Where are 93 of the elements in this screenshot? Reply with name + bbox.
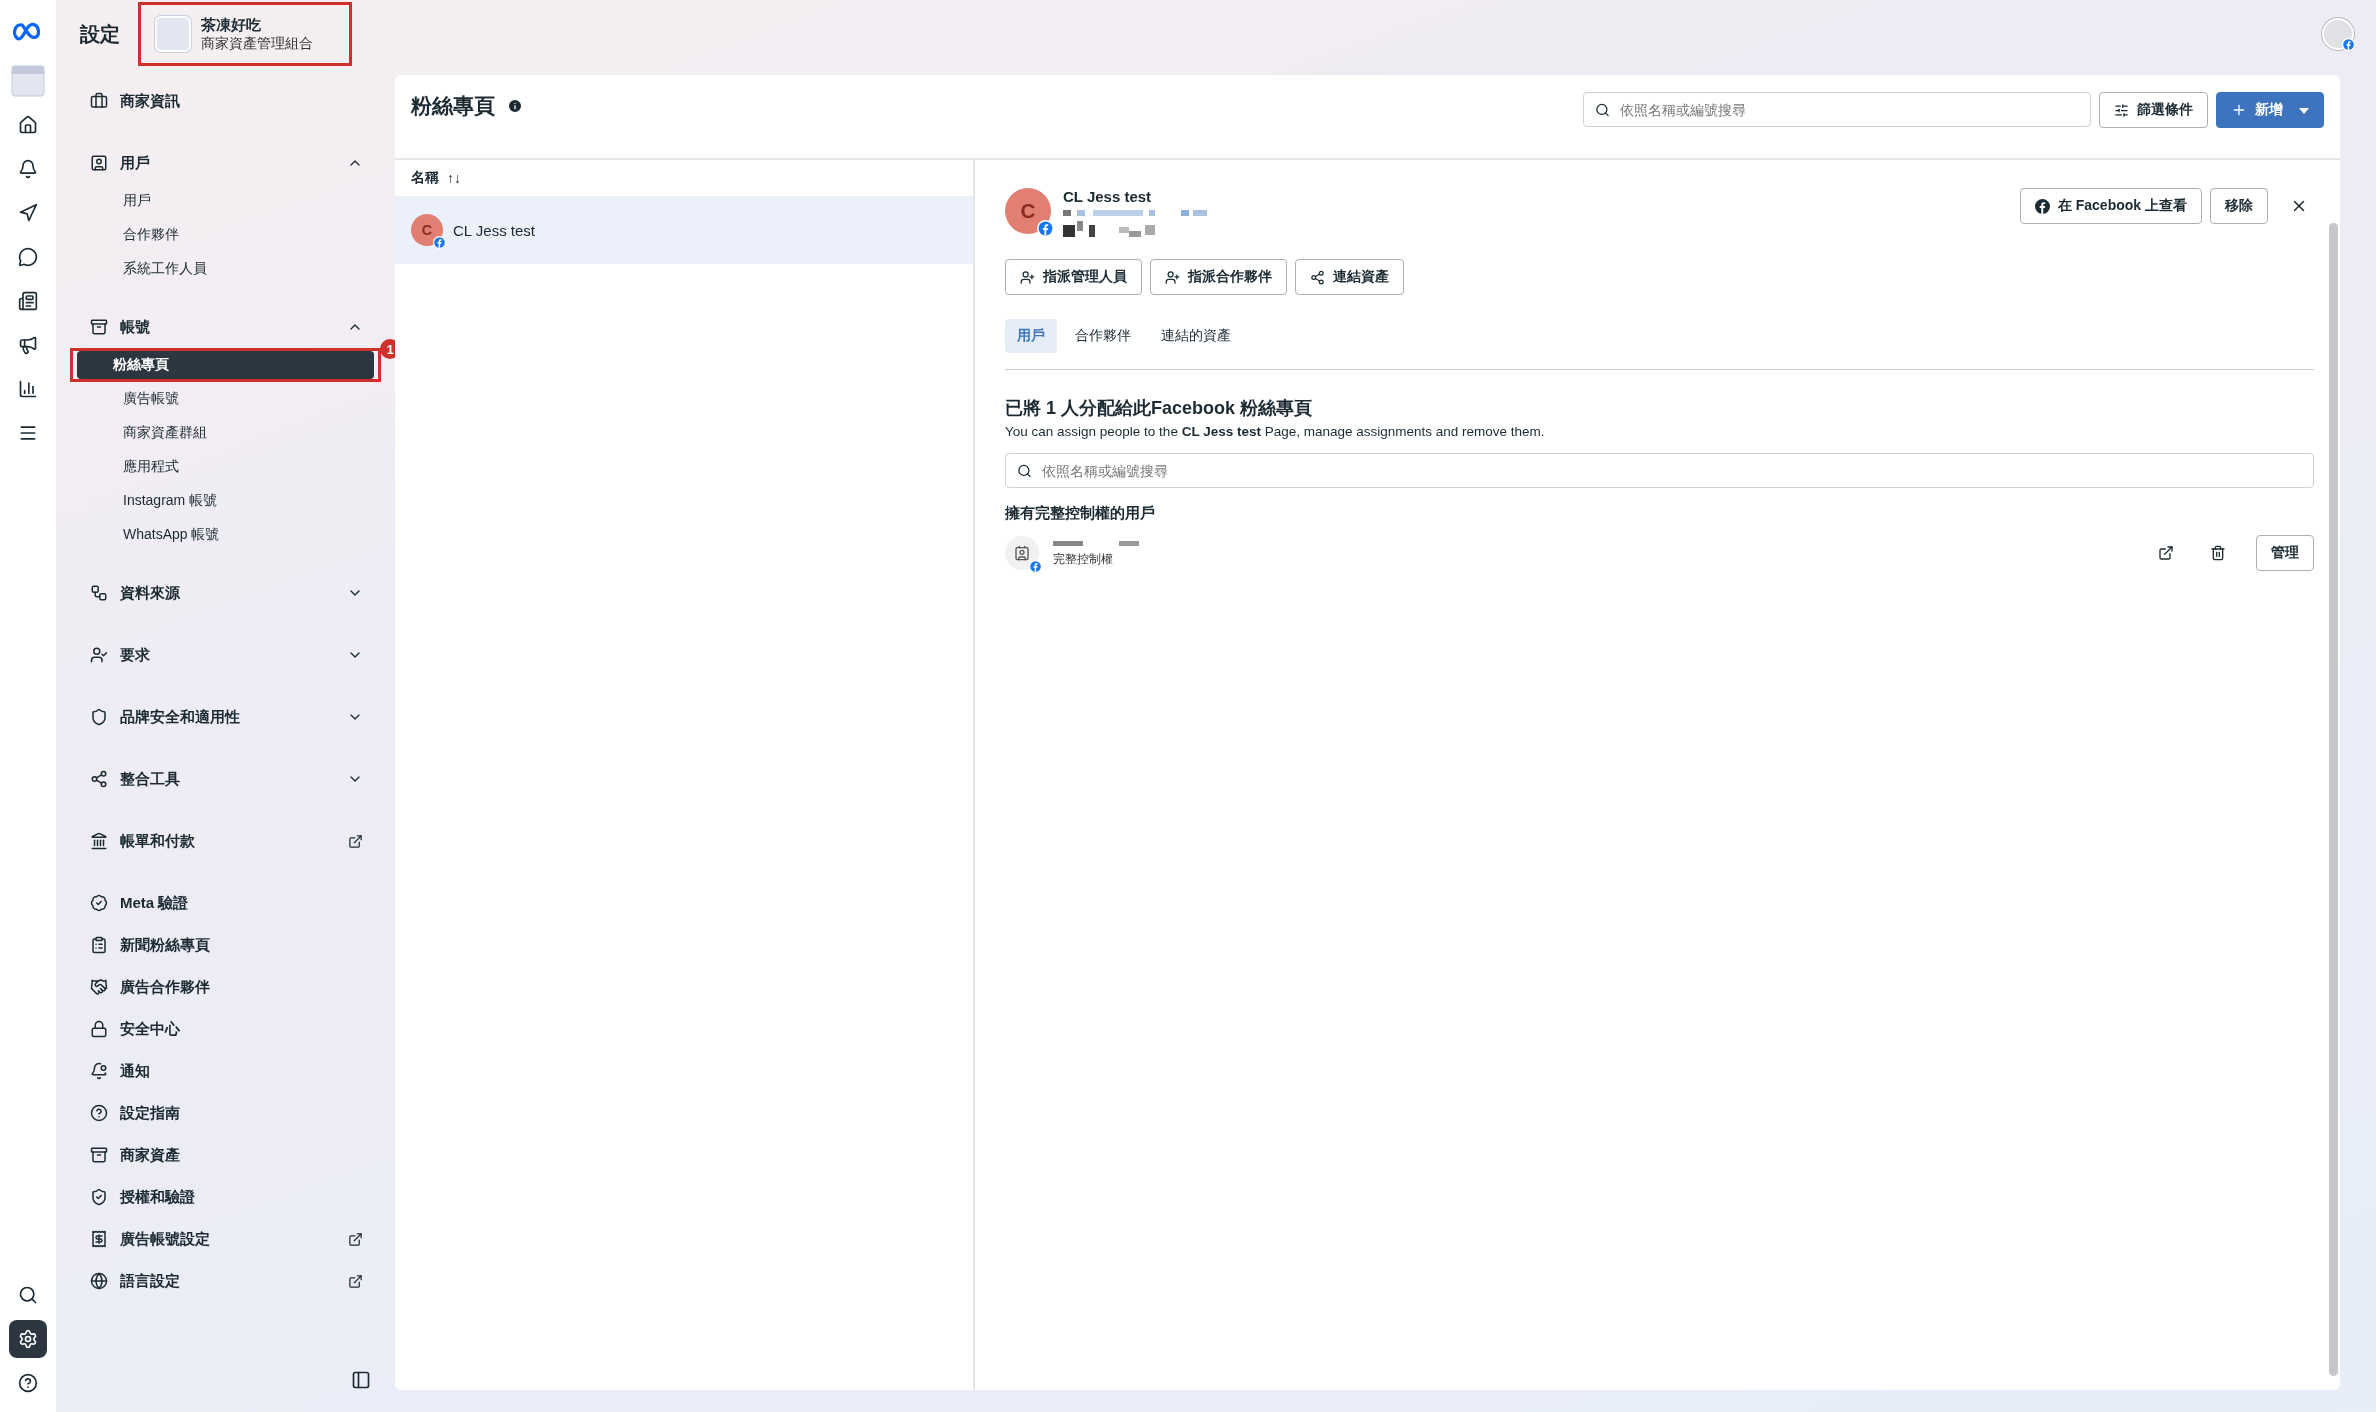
nodes-icon — [1310, 269, 1325, 285]
sliders-icon — [2114, 102, 2129, 118]
nav-subitem[interactable]: 商家資產群組 — [87, 419, 364, 447]
section-heading: 已將 1 人分配給此Facebook 粉絲專頁 — [1005, 397, 1314, 420]
nav-item[interactable]: 設定指南 — [80, 1092, 371, 1134]
badge-check-icon — [90, 894, 108, 912]
social-badge-icon — [2342, 38, 2355, 51]
nav-subitem[interactable]: 應用程式 — [87, 453, 364, 481]
business-icon — [155, 16, 191, 52]
plus-icon — [2231, 102, 2247, 118]
collapse-sidebar-icon[interactable] — [351, 1370, 371, 1390]
view-on-facebook-button[interactable]: 在 Facebook 上查看 — [2019, 188, 2202, 224]
user-plus-icon — [1020, 269, 1035, 285]
column-header[interactable]: 名稱 ↑↓ — [395, 160, 973, 196]
add-button[interactable]: 新增 — [2216, 92, 2324, 128]
nav-subitem[interactable]: 廣告帳號 — [87, 385, 364, 413]
social-badge-icon — [1029, 560, 1042, 573]
shield-check-icon — [90, 1188, 108, 1206]
search-icon — [1595, 102, 1610, 117]
section-label: 擁有完整控制權的用戶 — [1005, 504, 1156, 523]
social-logo-icon — [2034, 198, 2050, 214]
tab[interactable]: 連結的資產 — [1149, 319, 1243, 353]
nav-item[interactable]: 資料來源 — [80, 572, 371, 614]
nav-item[interactable]: 安全中心 — [80, 1008, 371, 1050]
page-avatar: C — [411, 214, 443, 246]
nav-item[interactable]: Meta 驗證 — [80, 882, 371, 924]
network-icon — [90, 584, 108, 602]
nav-item[interactable]: 要求 — [80, 634, 371, 676]
filter-button[interactable]: 篩選條件 — [2099, 92, 2208, 128]
action-button[interactable]: 指派合作夥伴 — [1150, 259, 1287, 295]
page-title: 粉絲專頁 — [411, 92, 523, 120]
search-field[interactable]: 依照名稱或編號搜尋 — [1583, 92, 2091, 127]
info-icon — [507, 98, 523, 114]
page-name: CL Jess test — [1063, 188, 1153, 205]
nav-subitem[interactable]: Instagram 帳號 — [87, 487, 364, 515]
notification-icon — [90, 1062, 108, 1080]
person-card-icon — [1014, 545, 1030, 561]
nav-item[interactable]: 品牌安全和適用性 — [80, 696, 371, 738]
archive-icon — [90, 1146, 108, 1164]
receipt-icon — [90, 1230, 108, 1248]
nav-subitem[interactable]: 合作夥伴 — [87, 221, 364, 249]
user-role: 完整控制權 — [1053, 550, 1114, 568]
help-icon — [90, 1104, 108, 1122]
bank-icon — [90, 832, 108, 850]
user-plus-icon — [1165, 269, 1180, 285]
settings-icon[interactable] — [9, 1320, 47, 1358]
scrollbar[interactable] — [2329, 223, 2338, 1376]
nav-item[interactable]: 帳單和付款 — [80, 820, 371, 862]
business-name: 茶凍好吃 — [201, 15, 262, 35]
clipboard-icon — [90, 936, 108, 954]
tab[interactable]: 合作夥伴 — [1063, 319, 1143, 353]
archive-icon — [90, 318, 108, 336]
page-avatar: C — [1005, 188, 1051, 234]
nav-item[interactable]: 商家資產 — [80, 1134, 371, 1176]
lock-icon — [90, 1020, 108, 1038]
briefcase-icon — [90, 92, 108, 110]
caret-down-icon — [2299, 107, 2309, 114]
business-type: 商家資產管理組合 — [201, 34, 313, 53]
nav-item[interactable]: 授權和驗證 — [80, 1176, 371, 1218]
nav-item[interactable]: 語言設定 — [80, 1260, 371, 1302]
handshake-icon — [90, 978, 108, 996]
remove-button[interactable]: 移除 — [2210, 188, 2268, 224]
profile-avatar[interactable] — [2322, 18, 2354, 50]
tab[interactable]: 用戶 — [1005, 319, 1057, 353]
nav-subitem[interactable]: 用戶 — [87, 187, 364, 215]
page-name: CL Jess test — [453, 221, 535, 239]
user-check-icon — [90, 646, 108, 664]
nav-subitem[interactable]: WhatsApp 帳號 — [87, 521, 364, 549]
social-badge-icon — [433, 236, 446, 249]
page-row[interactable]: C CL Jess test — [395, 196, 973, 264]
nav-item[interactable]: 商家資訊 — [80, 80, 371, 122]
nav-item[interactable]: 用戶 — [80, 142, 371, 184]
nav-item[interactable]: 廣告合作夥伴 — [80, 966, 371, 1008]
social-badge-icon — [1037, 220, 1054, 237]
globe-icon — [90, 1272, 108, 1290]
action-button[interactable]: 連結資產 — [1295, 259, 1404, 295]
nav-item[interactable]: 帳號 — [80, 306, 371, 348]
shield-icon — [90, 708, 108, 726]
nav-item[interactable]: 整合工具 — [80, 758, 371, 800]
search-field[interactable]: 依照名稱或編號搜尋 — [1005, 453, 2314, 488]
manage-button[interactable]: 管理 — [2256, 535, 2314, 571]
nav-item[interactable]: 通知 — [80, 1050, 371, 1092]
settings-title: 設定 — [80, 21, 120, 47]
nav-subitem[interactable]: 粉絲專頁 — [77, 351, 374, 379]
description: You can assign people to the CL Jess test Page, manage assignments and remove them. — [1005, 424, 1546, 439]
business-switcher[interactable]: 茶凍好吃 商家資產管理組合 — [138, 2, 352, 66]
nodes-icon — [90, 770, 108, 788]
nav-item[interactable]: 新聞粉絲專頁 — [80, 924, 371, 966]
action-button[interactable]: 指派管理人員 — [1005, 259, 1142, 295]
search-icon — [1017, 463, 1032, 478]
nav-item[interactable]: 廣告帳號設定 — [80, 1218, 371, 1260]
nav-subitem[interactable]: 系統工作人員 — [87, 255, 364, 283]
contact-card-icon — [90, 154, 108, 172]
